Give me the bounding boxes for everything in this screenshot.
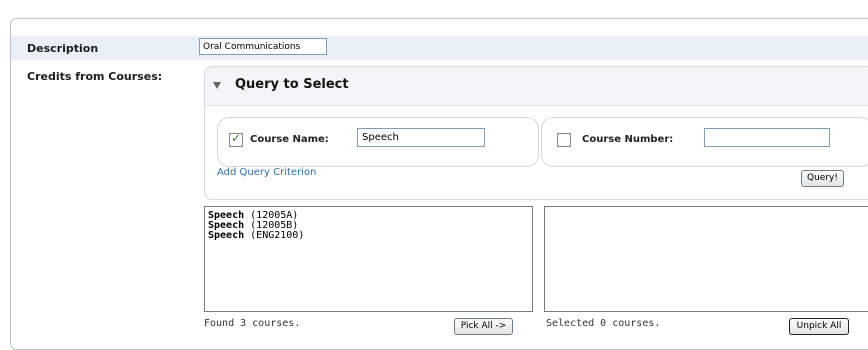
course-name-input[interactable]: [357, 128, 485, 147]
description-input[interactable]: [199, 38, 327, 55]
course-number-checkbox[interactable]: [557, 133, 571, 147]
add-query-criterion-link[interactable]: Add Query Criterion: [217, 167, 316, 178]
list-item[interactable]: Speech (ENG2100): [205, 231, 532, 241]
course-name-checkbox[interactable]: ✓: [229, 131, 243, 147]
found-courses-list[interactable]: Speech (12005A) Speech (12005B) Speech (…: [204, 206, 533, 312]
description-label: Description: [27, 42, 99, 55]
course-name-label: Course Name:: [250, 134, 329, 145]
found-status: Found 3 courses.: [204, 318, 301, 329]
selected-courses-list[interactable]: [544, 206, 868, 312]
triangle-down-icon[interactable]: [213, 82, 221, 89]
query-button[interactable]: Query!: [801, 170, 844, 187]
unpick-all-button[interactable]: Unpick All: [789, 318, 849, 335]
course-number-input[interactable]: [704, 128, 830, 147]
description-row: [11, 36, 868, 60]
checkmark-icon: ✓: [231, 131, 242, 145]
query-title: Query to Select: [235, 77, 349, 92]
selected-status: Selected 0 courses.: [546, 318, 661, 329]
credits-label: Credits from Courses:: [27, 70, 163, 83]
course-number-label: Course Number:: [582, 134, 674, 145]
pick-all-button[interactable]: Pick All ->: [454, 318, 513, 335]
